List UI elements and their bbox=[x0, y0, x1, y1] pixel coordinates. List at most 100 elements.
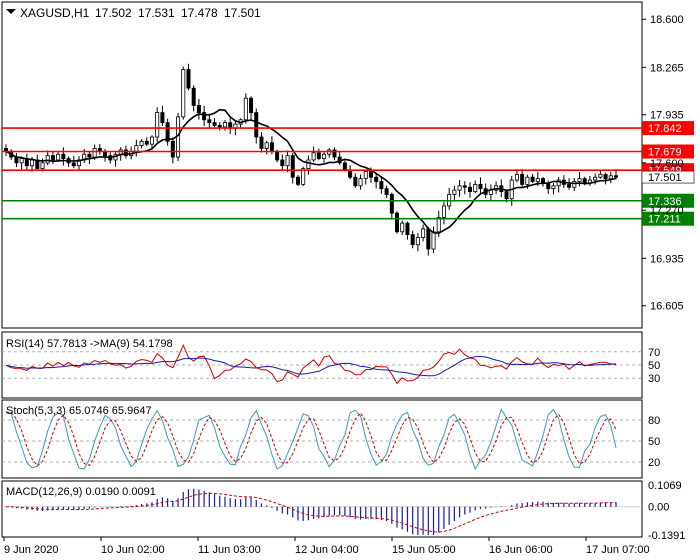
candle-body bbox=[30, 159, 35, 167]
candle-body bbox=[431, 231, 436, 250]
candle-body bbox=[426, 228, 431, 250]
candle-body bbox=[514, 173, 519, 181]
candle-body bbox=[358, 178, 363, 187]
candle-body bbox=[520, 173, 525, 185]
indicator-tick-label: 30 bbox=[648, 373, 660, 385]
candle-body bbox=[452, 189, 457, 195]
candle-body bbox=[363, 171, 368, 180]
candle-body bbox=[551, 185, 556, 190]
indicator-tick-label: 70 bbox=[648, 347, 660, 359]
candle-body bbox=[457, 185, 462, 191]
close-value: 17.501 bbox=[224, 6, 261, 20]
time-label: 16 Jun 06:00 bbox=[489, 544, 553, 556]
price-tick-label: 17.935 bbox=[650, 110, 684, 122]
indicator-tick-label: 50 bbox=[648, 360, 660, 372]
candle-body bbox=[87, 153, 92, 158]
candle-body bbox=[61, 153, 66, 159]
time-label: 10 Jun 02:00 bbox=[101, 544, 165, 556]
candle-body bbox=[191, 87, 196, 106]
price-tick-label: 18.600 bbox=[650, 14, 684, 26]
candle-body bbox=[212, 122, 217, 126]
macd-tick-label: 0.1069 bbox=[648, 480, 682, 492]
rsi-label: RSI(14) 57.7813 ->MA(9) 54.1798 bbox=[6, 338, 173, 350]
candle-body bbox=[149, 136, 154, 145]
candle-body bbox=[269, 142, 274, 152]
candle-body bbox=[530, 176, 535, 182]
chart-canvas[interactable]: 17.84217.67917.54917.33617.211 18.60018.… bbox=[0, 0, 700, 560]
candle-body bbox=[368, 171, 373, 178]
price-tick-label: 17.270 bbox=[650, 205, 684, 217]
macd-tick-label: -0.1391 bbox=[648, 530, 685, 542]
candle-body bbox=[275, 150, 280, 161]
candle-body bbox=[405, 222, 410, 236]
current-price-label: 17.501 bbox=[648, 172, 682, 184]
candle-body bbox=[202, 112, 207, 121]
candle-body bbox=[40, 162, 45, 169]
candle-body bbox=[614, 175, 619, 178]
candle-body bbox=[259, 136, 264, 149]
candle-body bbox=[410, 234, 415, 246]
candle-body bbox=[139, 140, 144, 147]
stoch-label: Stoch(5,3,3) 65.0746 65.9647 bbox=[6, 405, 152, 417]
candle-body bbox=[243, 97, 248, 121]
candle-body bbox=[144, 140, 149, 145]
candle-body bbox=[400, 222, 405, 233]
macd-tick-label: 0.00 bbox=[648, 502, 669, 514]
indicator-tick-label: 80 bbox=[648, 415, 660, 427]
candle-body bbox=[436, 217, 441, 233]
candle-body bbox=[45, 155, 50, 164]
candle-body bbox=[50, 155, 55, 161]
open-value: 17.502 bbox=[95, 6, 132, 20]
candle-body bbox=[311, 152, 316, 161]
candle-body bbox=[295, 176, 300, 185]
indicator-tick-label: 20 bbox=[648, 457, 660, 469]
candle-body bbox=[222, 122, 227, 128]
indicator-tick-label: 50 bbox=[648, 436, 660, 448]
candle-body bbox=[56, 153, 61, 161]
candle-body bbox=[186, 69, 191, 89]
candle-body bbox=[322, 153, 327, 159]
time-label: 15 Jun 05:00 bbox=[392, 544, 456, 556]
candle-body bbox=[603, 173, 608, 180]
candle-body bbox=[441, 205, 446, 218]
candle-body bbox=[468, 186, 473, 192]
candle-body bbox=[280, 159, 285, 167]
candle-body bbox=[525, 176, 530, 185]
candle-body bbox=[342, 162, 347, 171]
candle-body bbox=[348, 169, 353, 178]
candle-body bbox=[478, 183, 483, 190]
candle-body bbox=[254, 112, 259, 138]
candle-body bbox=[290, 155, 295, 178]
candle-body bbox=[19, 158, 24, 164]
candle-body bbox=[384, 188, 389, 195]
candle-body bbox=[608, 175, 613, 180]
candle-body bbox=[155, 112, 160, 138]
candle-body bbox=[134, 145, 139, 152]
candle-body bbox=[541, 178, 546, 184]
candle-body bbox=[504, 191, 509, 200]
candle-body bbox=[598, 173, 603, 178]
time-label: 11 Jun 03:00 bbox=[198, 544, 261, 556]
candle-body bbox=[316, 152, 321, 159]
macd-label: MACD(12,26,9) 0.0190 0.0091 bbox=[6, 486, 156, 498]
candle-body bbox=[567, 183, 572, 188]
candle-body bbox=[395, 212, 400, 233]
candle-body bbox=[160, 112, 165, 124]
candle-body bbox=[353, 176, 358, 187]
candle-body bbox=[181, 69, 186, 118]
candle-body bbox=[217, 125, 222, 128]
price-tick-label: 17.600 bbox=[650, 158, 684, 170]
candle-body bbox=[71, 162, 76, 167]
candle-body bbox=[473, 183, 478, 192]
symbol-label: XAGUSD,H1 bbox=[20, 6, 90, 20]
candle-body bbox=[389, 194, 394, 214]
candle-body bbox=[249, 97, 254, 113]
time-axis: 9 Jun 2020 10 Jun 02:00 11 Jun 03:00 12 Jun… bbox=[3, 537, 650, 556]
candle-body bbox=[577, 178, 582, 182]
candle-body bbox=[582, 178, 587, 184]
candle-body bbox=[535, 178, 540, 182]
level-label: 17.842 bbox=[648, 123, 682, 135]
candle-body bbox=[572, 181, 577, 188]
time-label: 12 Jun 04:00 bbox=[295, 544, 359, 556]
price-tick-label: 18.265 bbox=[650, 62, 684, 74]
